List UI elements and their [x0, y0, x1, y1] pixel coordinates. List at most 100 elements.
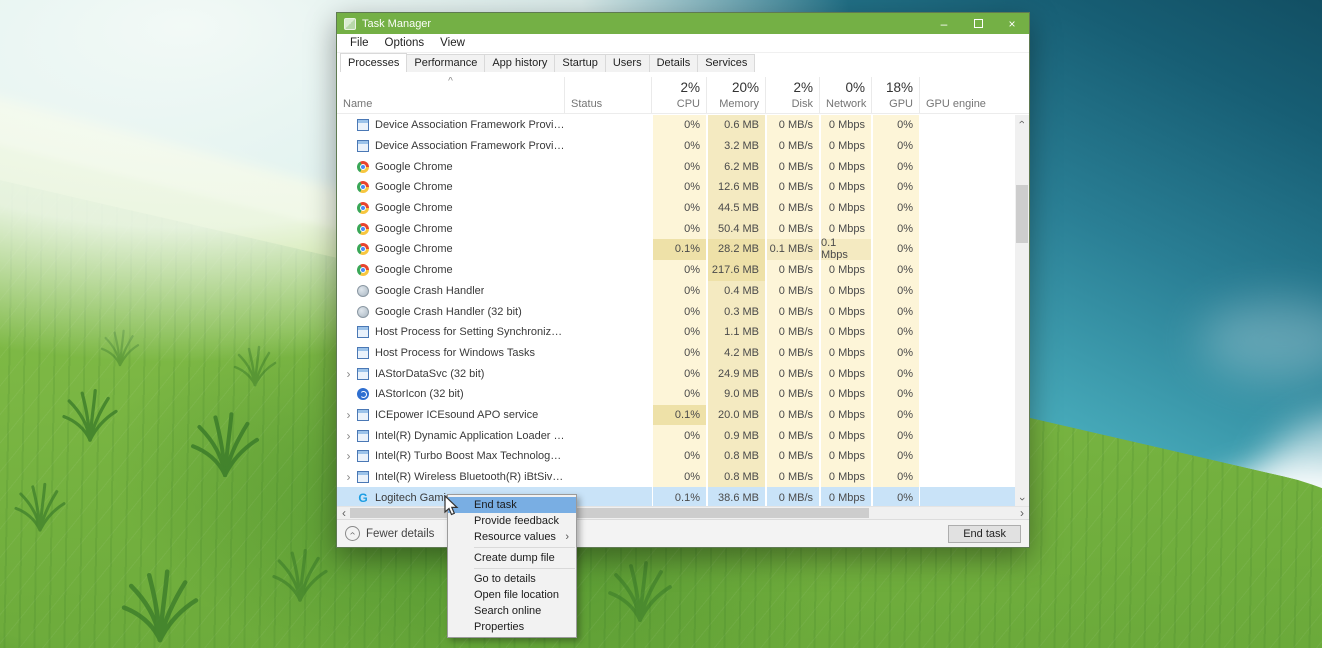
status-cell: [565, 487, 652, 506]
column-header-gpu-engine[interactable]: GPU engine: [920, 77, 1029, 113]
status-cell: [565, 156, 652, 177]
cpu-cell: 0%: [652, 177, 707, 198]
table-row[interactable]: › Google Chrome 0% 50.4 MB 0 MB/s 0 Mbps…: [337, 218, 1015, 239]
column-header-network[interactable]: 0% Network: [820, 77, 872, 113]
vertical-scrollbar[interactable]: › ›: [1015, 115, 1029, 506]
window-icon: [357, 368, 369, 380]
expand-chevron-icon[interactable]: ›: [342, 450, 355, 462]
column-header-name[interactable]: ^ Name: [337, 77, 565, 113]
horizontal-scrollbar[interactable]: ‹ ›: [337, 506, 1029, 519]
scroll-left-icon[interactable]: ‹: [337, 507, 351, 519]
status-cell: [565, 322, 652, 343]
scroll-down-icon[interactable]: ›: [1015, 492, 1029, 506]
sort-ascending-icon: ^: [448, 77, 453, 87]
expand-chevron-icon[interactable]: ›: [342, 430, 355, 442]
table-row[interactable]: › Google Chrome 0% 44.5 MB 0 MB/s 0 Mbps…: [337, 198, 1015, 219]
table-row[interactable]: › Intel(R) Turbo Boost Max Technology 3.…: [337, 446, 1015, 467]
horizontal-scrollbar-thumb[interactable]: [350, 508, 869, 518]
gpu-engine-cell: [920, 425, 1015, 446]
context-menu-item-search-online[interactable]: Search online: [448, 603, 576, 619]
memory-cell: 0.9 MB: [707, 425, 766, 446]
table-row[interactable]: › Google Chrome 0% 217.6 MB 0 MB/s 0 Mbp…: [337, 260, 1015, 281]
column-header-gpu[interactable]: 18% GPU: [872, 77, 920, 113]
column-header-memory[interactable]: 20% Memory: [707, 77, 766, 113]
context-menu-item-create-dump-file[interactable]: Create dump file: [448, 550, 576, 566]
process-name: Host Process for Windows Tasks: [375, 347, 535, 359]
minimize-button[interactable]: –: [927, 13, 961, 34]
gpu-cell: 0%: [872, 425, 920, 446]
disk-cell: 0 MB/s: [766, 218, 820, 239]
tab-app-history[interactable]: App history: [484, 54, 555, 72]
table-header: ^ Name Status 2% CPU 20% Memory 2% Disk: [337, 77, 1029, 114]
cpu-cell: 0%: [652, 343, 707, 364]
cpu-cell: 0%: [652, 136, 707, 157]
tab-processes[interactable]: Processes: [340, 53, 407, 72]
table-row[interactable]: › Google Crash Handler 0% 0.4 MB 0 MB/s …: [337, 281, 1015, 302]
end-task-button[interactable]: End task: [948, 525, 1021, 543]
menu-view[interactable]: View: [432, 35, 473, 51]
expand-chevron-icon[interactable]: ›: [342, 409, 355, 421]
table-row[interactable]: › Logitech Gaming 0.1% 38.6 MB 0 MB/s 0 …: [337, 487, 1015, 506]
table-row[interactable]: › Google Chrome 0.1% 28.2 MB 0.1 MB/s 0.…: [337, 239, 1015, 260]
tab-services[interactable]: Services: [697, 54, 755, 72]
maximize-icon: [974, 19, 983, 28]
table-row[interactable]: › IAStorDataSvc (32 bit) 0% 24.9 MB 0 MB…: [337, 363, 1015, 384]
cpu-cell: 0%: [652, 198, 707, 219]
context-menu-item-end-task[interactable]: End task: [448, 497, 576, 513]
disk-cell: 0 MB/s: [766, 136, 820, 157]
maximize-button[interactable]: [961, 13, 995, 34]
table-row[interactable]: › Google Chrome 0% 6.2 MB 0 MB/s 0 Mbps …: [337, 156, 1015, 177]
table-row[interactable]: › Intel(R) Dynamic Application Loader Ho…: [337, 425, 1015, 446]
tab-details[interactable]: Details: [649, 54, 699, 72]
context-menu-item-properties[interactable]: Properties: [448, 619, 576, 635]
close-button[interactable]: ×: [995, 13, 1029, 34]
table-row[interactable]: › Google Chrome 0% 12.6 MB 0 MB/s 0 Mbps…: [337, 177, 1015, 198]
cpu-cell: 0%: [652, 115, 707, 136]
fewer-details-toggle[interactable]: › Fewer details: [345, 526, 434, 541]
context-menu-item-provide-feedback[interactable]: Provide feedback: [448, 513, 576, 529]
column-header-cpu[interactable]: 2% CPU: [652, 77, 707, 113]
status-cell: [565, 384, 652, 405]
column-header-status[interactable]: Status: [565, 77, 652, 113]
table-row[interactable]: › Device Association Framework Provider …: [337, 115, 1015, 136]
gpu-cell: 0%: [872, 343, 920, 364]
context-menu-item-open-file-location[interactable]: Open file location: [448, 587, 576, 603]
table-row[interactable]: › ICEpower ICEsound APO service 0.1% 20.…: [337, 405, 1015, 426]
column-header-disk[interactable]: 2% Disk: [766, 77, 820, 113]
gpu-cell: 0%: [872, 177, 920, 198]
process-name: Logitech Gaming: [375, 492, 458, 504]
table-row[interactable]: › Intel(R) Wireless Bluetooth(R) iBtSiva…: [337, 467, 1015, 488]
expand-chevron-icon[interactable]: ›: [342, 368, 355, 380]
vertical-scrollbar-thumb[interactable]: [1016, 185, 1028, 243]
status-cell: [565, 218, 652, 239]
table-row[interactable]: › Host Process for Windows Tasks 0% 4.2 …: [337, 343, 1015, 364]
cpu-cell: 0%: [652, 425, 707, 446]
gpu-cell: 0%: [872, 322, 920, 343]
scroll-up-icon[interactable]: ›: [1015, 115, 1029, 129]
context-menu-item-go-to-details[interactable]: Go to details: [448, 571, 576, 587]
process-name: Device Association Framework Provider Ho…: [375, 119, 565, 131]
gpu-cell: 0%: [872, 136, 920, 157]
gpu-cell: 0%: [872, 405, 920, 426]
scroll-right-icon[interactable]: ›: [1015, 507, 1029, 519]
tab-performance[interactable]: Performance: [406, 54, 485, 72]
table-row[interactable]: › Google Crash Handler (32 bit) 0% 0.3 M…: [337, 301, 1015, 322]
table-row[interactable]: › IAStorIcon (32 bit) 0% 9.0 MB 0 MB/s 0…: [337, 384, 1015, 405]
status-cell: [565, 301, 652, 322]
table-row[interactable]: › Host Process for Setting Synchronizati…: [337, 322, 1015, 343]
gpu-engine-cell: [920, 301, 1015, 322]
menu-options[interactable]: Options: [377, 35, 433, 51]
titlebar[interactable]: Task Manager – ×: [337, 13, 1029, 34]
menu-file[interactable]: File: [342, 35, 377, 51]
window-icon: [357, 409, 369, 421]
status-cell: [565, 343, 652, 364]
tab-startup[interactable]: Startup: [554, 54, 605, 72]
network-cell: 0 Mbps: [820, 218, 872, 239]
cpu-cell: 0%: [652, 363, 707, 384]
process-rows: › Device Association Framework Provider …: [337, 115, 1015, 506]
tab-users[interactable]: Users: [605, 54, 650, 72]
table-row[interactable]: › Device Association Framework Provider …: [337, 136, 1015, 157]
expand-chevron-icon[interactable]: ›: [342, 471, 355, 483]
tab-bar: ProcessesPerformanceApp historyStartupUs…: [337, 53, 1029, 72]
context-menu-item-resource-values[interactable]: Resource values›: [448, 529, 576, 545]
